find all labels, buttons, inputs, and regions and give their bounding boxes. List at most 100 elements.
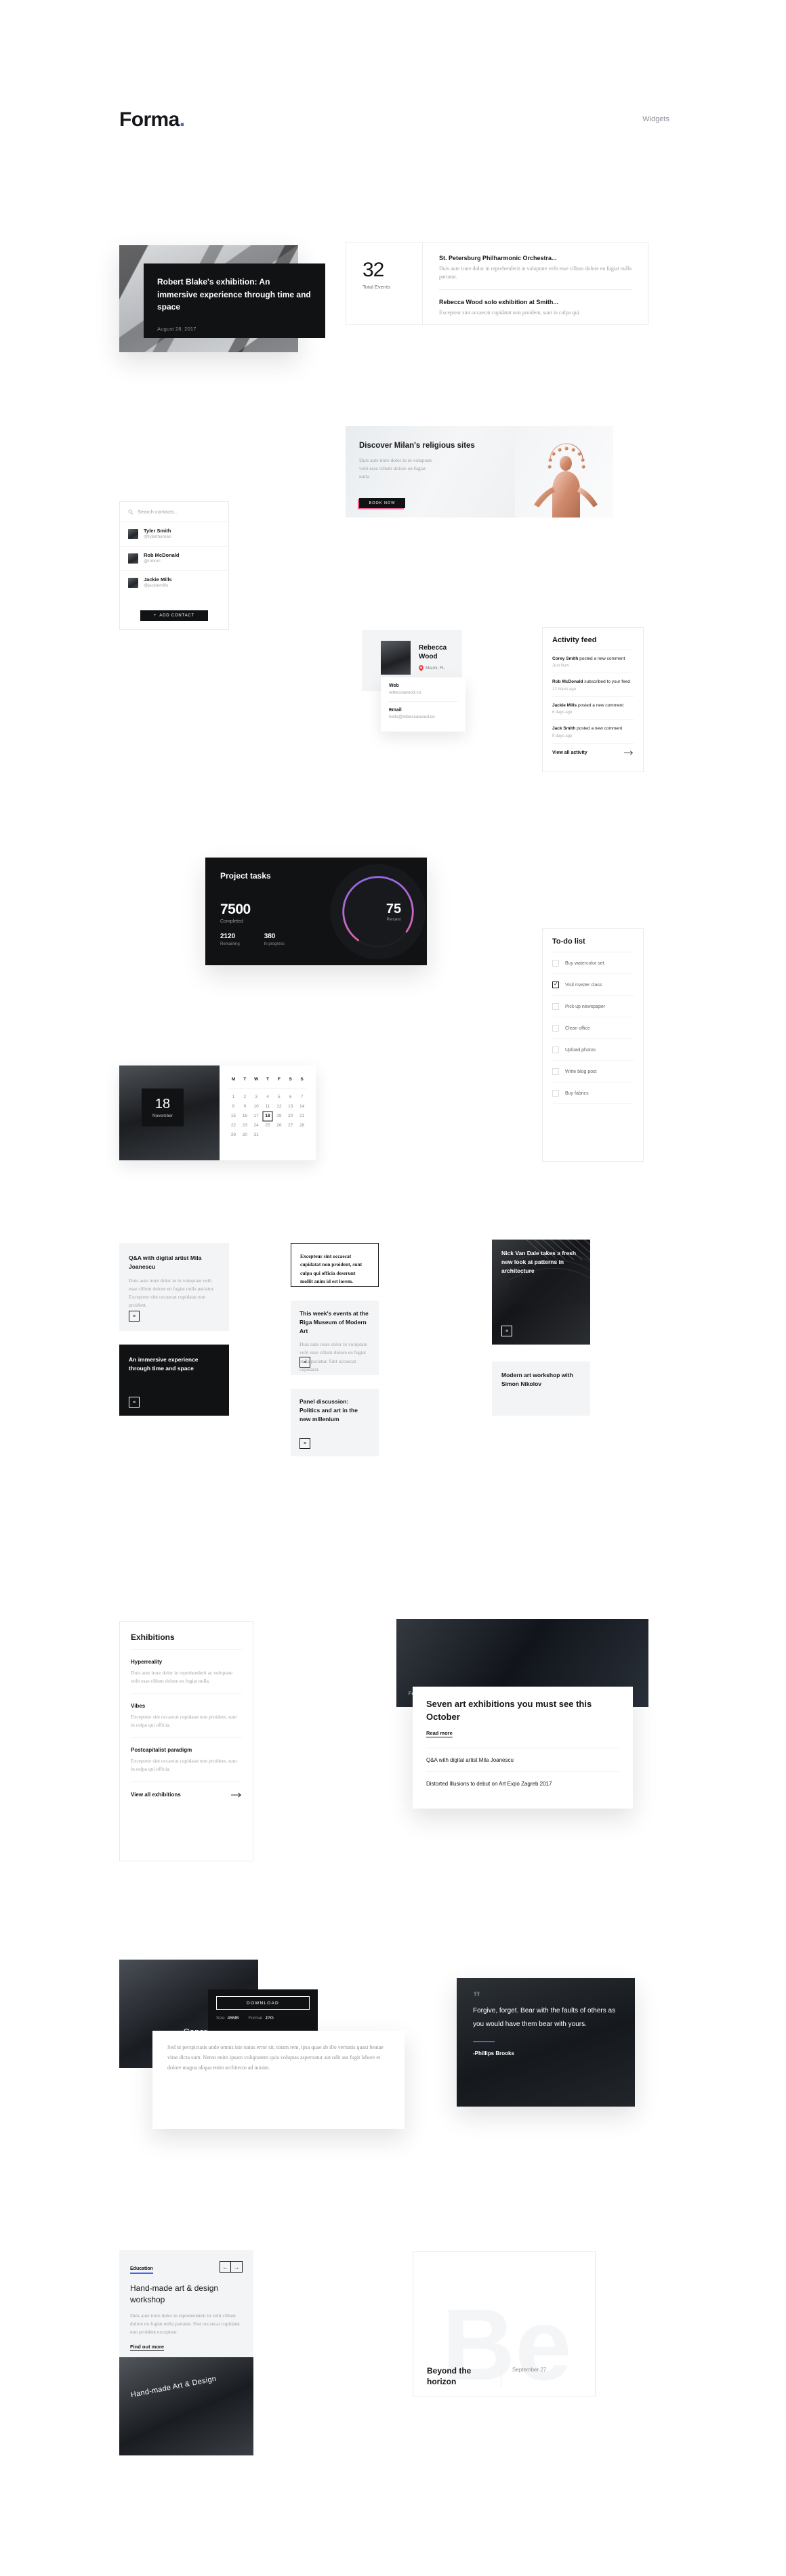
tasks-percent: 75 Percent [377, 902, 411, 922]
calendar-day: 18 [154, 1096, 171, 1112]
article-card-riga[interactable]: This week's events at the Riga Museum of… [291, 1301, 379, 1375]
article-card-architecture[interactable]: Nick Van Dale takes a fresh new look at … [492, 1240, 590, 1345]
calendar-day-cell[interactable]: 28 [296, 1121, 308, 1131]
todo-item[interactable]: Clean office [552, 1017, 634, 1039]
profile-web-value[interactable]: rebeccawood.co [389, 690, 457, 695]
todo-item[interactable]: Buy fabrics [552, 1082, 634, 1104]
todo-checkbox[interactable] [552, 1003, 559, 1010]
menu-icon[interactable]: ≡ [299, 1357, 310, 1368]
calendar-day-cell[interactable]: 2 [239, 1093, 251, 1102]
activity-item[interactable]: Rob McDonald subscribed to your feed 12 … [552, 673, 634, 697]
calendar-day-cell[interactable]: 30 [239, 1131, 251, 1140]
profile-email-label: Email [389, 708, 402, 713]
featured-story-row[interactable]: Q&A with digital artist Mila Joanescu [426, 1747, 619, 1771]
calendar-day-cell[interactable]: 7 [296, 1093, 308, 1102]
carousel-prev-button[interactable]: ← [220, 2261, 231, 2273]
calendar-day-cell[interactable]: 13 [285, 1102, 296, 1112]
education-image: Hand-made Art & Design [119, 2357, 253, 2455]
calendar-day-cell[interactable]: 25 [262, 1121, 274, 1131]
article-card-workshop[interactable]: Modern art workshop with Simon Nikolov [492, 1361, 590, 1416]
todo-item[interactable]: Pick up newspaper [552, 996, 634, 1017]
calendar-day-cell[interactable]: 29 [228, 1131, 239, 1140]
todo-checkbox-checked[interactable] [552, 981, 559, 988]
add-contact-button[interactable]: + ADD CONTACT [140, 610, 208, 621]
menu-icon[interactable]: ≡ [129, 1397, 140, 1408]
calendar-day-cell[interactable]: 6 [285, 1093, 296, 1102]
exhibition-item[interactable]: Hyperreality Duis aute irure dolor in re… [131, 1650, 242, 1694]
calendar-day-cell[interactable]: 8 [228, 1102, 239, 1112]
menu-icon[interactable]: ≡ [501, 1326, 512, 1336]
calendar-day-cell-selected[interactable]: 18 [262, 1112, 274, 1121]
contact-list-item[interactable]: Jackie Mills @jackiemills [120, 570, 228, 595]
nav-item-widgets[interactable]: Widgets [642, 115, 669, 123]
contact-list-item[interactable]: Rob McDonald @robmc [120, 545, 228, 570]
profile-email-value[interactable]: hello@rebeccawood.co [389, 715, 457, 719]
calendar-day-cell[interactable]: 16 [239, 1112, 251, 1121]
event-row[interactable]: Rebecca Wood solo exhibition at Smith...… [439, 289, 632, 325]
view-all-activity-link[interactable]: View all activity [552, 744, 634, 755]
calendar-day-cell[interactable]: 1 [228, 1093, 239, 1102]
tasks-percent-label: Percent [386, 918, 401, 922]
menu-icon[interactable]: ≡ [299, 1438, 310, 1449]
search-contacts-field[interactable]: Search contacts... [120, 502, 228, 522]
milan-title: Discover Milan's religious sites [359, 442, 475, 450]
calendar-date-badge: 18 November [142, 1089, 184, 1126]
featured-story-row[interactable]: Distorted Illusions to debut on Art Expo… [426, 1771, 619, 1795]
download-size-value: 45MB [227, 2016, 239, 2021]
download-format-label: Format [248, 2016, 263, 2021]
search-contacts-placeholder: Search contacts... [138, 509, 179, 515]
hero-exhibition-card[interactable]: Robert Blake's exhibition: An immersive … [144, 263, 325, 338]
download-button[interactable]: DOWNLOAD [216, 1996, 310, 2010]
exhibition-item[interactable]: Postcapitalist paradigm Excepteur sint o… [131, 1738, 242, 1782]
calendar-day-cell[interactable]: 19 [273, 1112, 285, 1121]
article-card-immersive[interactable]: An immersive experience through time and… [119, 1345, 229, 1416]
todo-item[interactable]: Write blog post [552, 1061, 634, 1082]
calendar-day-cell[interactable]: 9 [239, 1102, 251, 1112]
education-find-out-more-link[interactable]: Find out more [130, 2344, 164, 2351]
exhibition-item[interactable]: Vibes Excepteur sint occaecat cupidatat … [131, 1694, 242, 1738]
featured-stories-card: Seven art exhibitions you must see this … [413, 1687, 633, 1809]
todo-checkbox[interactable] [552, 1090, 559, 1097]
view-all-exhibitions-link[interactable]: View all exhibitions [131, 1782, 242, 1798]
todo-item[interactable]: Upload photos [552, 1039, 634, 1061]
calendar-day-cell[interactable]: 31 [251, 1131, 262, 1140]
event-row[interactable]: St. Petersburg Philharmonic Orchestra...… [439, 255, 632, 289]
calendar-day-cell[interactable]: 3 [251, 1093, 262, 1102]
contact-name: Tyler Smith [144, 528, 171, 534]
article-card-panel[interactable]: Panel discussion: Politics and art in th… [291, 1389, 379, 1456]
brand-logo[interactable]: Forma. [119, 108, 185, 131]
calendar-day-cell[interactable]: 11 [262, 1102, 274, 1112]
calendar-day-cell[interactable]: 22 [228, 1121, 239, 1131]
calendar-day-cell[interactable]: 10 [251, 1102, 262, 1112]
todo-item[interactable]: Buy watercolor set [552, 952, 634, 974]
book-now-button[interactable]: BOOK NOW [359, 498, 405, 508]
calendar-day-cell[interactable]: 21 [296, 1112, 308, 1121]
calendar-day-cell[interactable]: 17 [251, 1112, 262, 1121]
calendar-day-cell[interactable]: 12 [273, 1102, 285, 1112]
calendar-day-cell[interactable]: 15 [228, 1112, 239, 1121]
calendar-day-cell[interactable]: 4 [262, 1093, 274, 1102]
featured-read-more-link[interactable]: Read more [426, 1730, 453, 1737]
activity-item[interactable]: Jackie Mills posted a new comment 6 days… [552, 697, 634, 721]
location-pin-icon [419, 665, 423, 671]
article-card-quote[interactable]: Excepteur sint occaecat cupidatat non pr… [291, 1243, 379, 1287]
todo-checkbox[interactable] [552, 1068, 559, 1075]
calendar-day-cell[interactable]: 23 [239, 1121, 251, 1131]
article-card-qa[interactable]: Q&A with digital artist Mila Joanescu Du… [119, 1243, 229, 1331]
todo-item[interactable]: Visit master class [552, 974, 634, 996]
contact-list-item[interactable]: Tyler Smith @tylertheman [120, 522, 228, 546]
calendar-day-cell[interactable]: 24 [251, 1121, 262, 1131]
calendar-day-cell[interactable]: 14 [296, 1102, 308, 1112]
activity-item[interactable]: Jack Smith posted a new comment 9 days a… [552, 720, 634, 744]
todo-checkbox[interactable] [552, 1047, 559, 1053]
activity-user: Jackie Mills [552, 702, 577, 708]
calendar-day-cell[interactable]: 5 [273, 1093, 285, 1102]
menu-icon[interactable]: ≡ [129, 1311, 140, 1322]
activity-item[interactable]: Corey Smith posted a new comment Just No… [552, 650, 634, 674]
carousel-next-button[interactable]: → [231, 2261, 243, 2273]
calendar-day-cell[interactable]: 27 [285, 1121, 296, 1131]
calendar-day-cell[interactable]: 26 [273, 1121, 285, 1131]
todo-checkbox[interactable] [552, 960, 559, 967]
calendar-day-cell[interactable]: 20 [285, 1112, 296, 1121]
todo-checkbox[interactable] [552, 1025, 559, 1032]
